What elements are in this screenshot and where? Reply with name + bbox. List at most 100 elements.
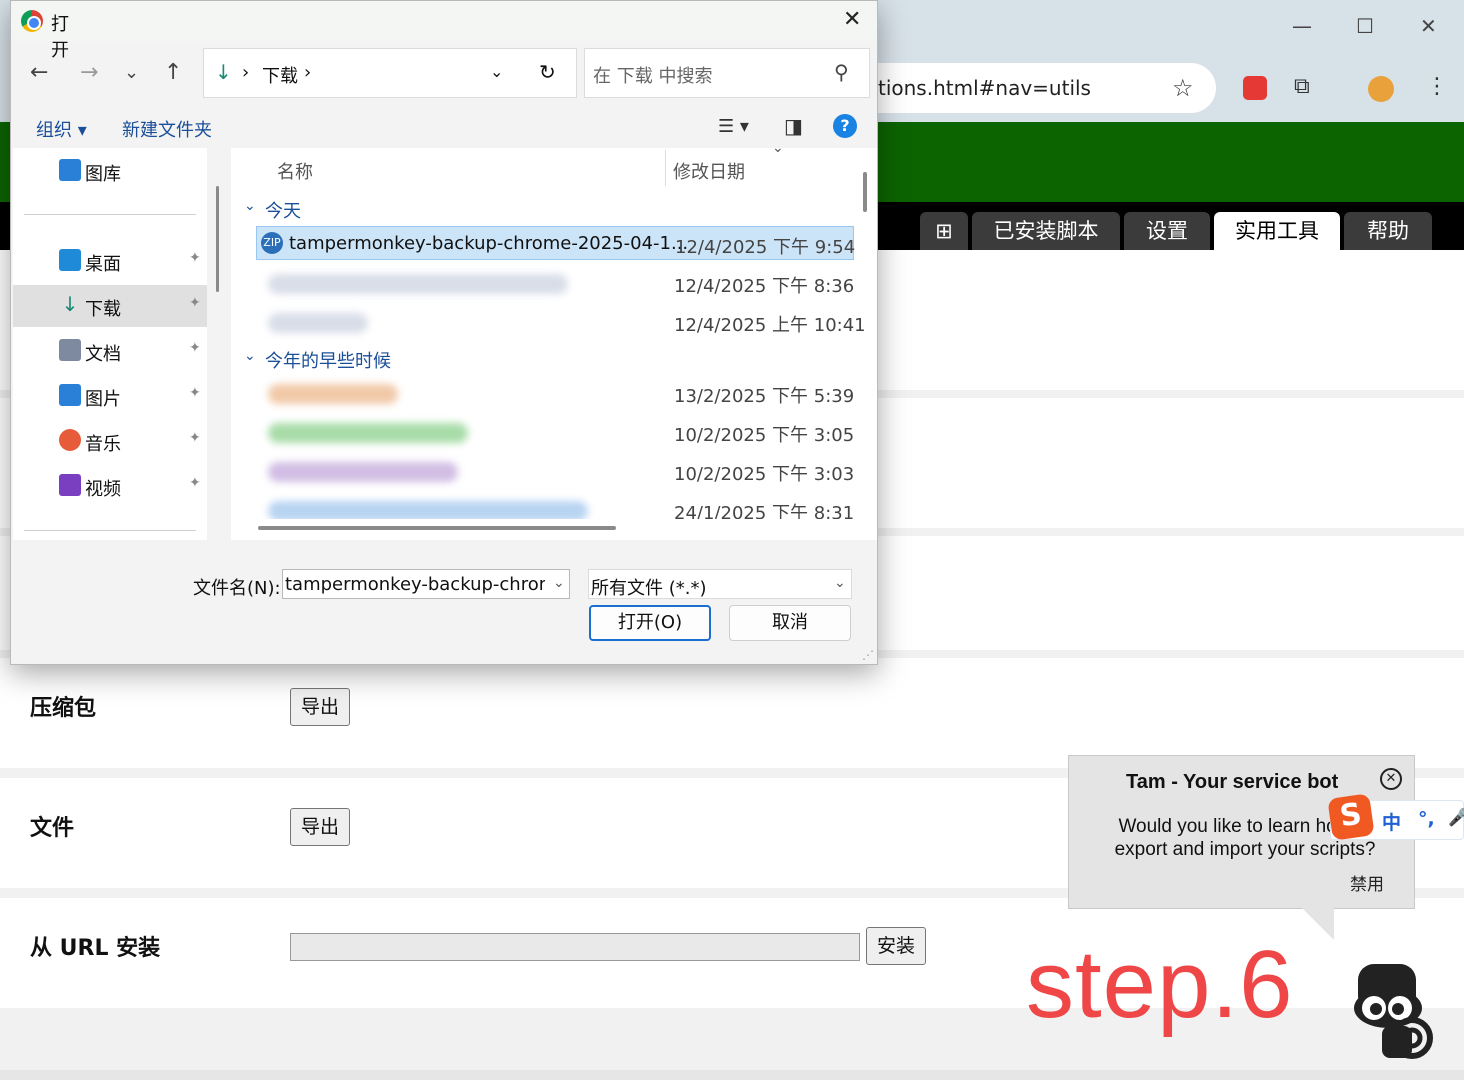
- column-header-modified[interactable]: 修改日期: [673, 158, 745, 184]
- nav-item-label: 下载: [85, 299, 121, 320]
- nav-pane-scrollbar[interactable]: [216, 186, 219, 292]
- breadcrumb-separator[interactable]: ›: [304, 62, 311, 83]
- gallery-icon: [59, 159, 81, 181]
- filename-dropdown-chevron-icon[interactable]: ⌄: [553, 575, 565, 591]
- ime-mode-toggle[interactable]: 中: [1382, 808, 1401, 835]
- file-row[interactable]: 24/1/2025 下午 8:31: [256, 493, 854, 519]
- file-export-button[interactable]: 导出: [290, 808, 350, 846]
- group-collapse-chevron-icon[interactable]: ⌄: [244, 198, 256, 214]
- url-install-input[interactable]: [290, 933, 860, 961]
- profile-avatar[interactable]: [1368, 76, 1394, 102]
- extensions-puzzle-icon[interactable]: ⧉: [1294, 74, 1310, 99]
- ime-punctuation-toggle[interactable]: °,: [1418, 808, 1435, 830]
- blurred-file-name: [268, 501, 588, 519]
- forward-arrow-icon[interactable]: →: [80, 60, 98, 85]
- search-icon[interactable]: ⚲: [834, 60, 849, 84]
- file-date: 12/4/2025 上午 10:41: [674, 315, 866, 336]
- file-row[interactable]: 10/2/2025 下午 3:03: [256, 454, 854, 488]
- file-row[interactable]: 12/4/2025 上午 10:41: [256, 305, 866, 339]
- nav-item-pictures[interactable]: 图片 ✦: [13, 375, 207, 417]
- url-install-button[interactable]: 安装: [866, 927, 926, 965]
- view-menu-icon[interactable]: ☰ ▾: [718, 116, 749, 137]
- zip-export-button[interactable]: 导出: [290, 688, 350, 726]
- nav-item-label: 音乐: [85, 434, 121, 455]
- tampermonkey-extension-icon[interactable]: [1243, 76, 1267, 100]
- dialog-search-input[interactable]: 在 下载 中搜索: [593, 62, 712, 88]
- bot-disable-link[interactable]: 禁用: [1350, 870, 1384, 895]
- file-list-vertical-scrollbar[interactable]: [863, 172, 867, 212]
- dialog-title: 打开: [51, 14, 69, 61]
- pin-icon[interactable]: ✦: [189, 430, 201, 446]
- window-maximize-button[interactable]: ☐: [1356, 14, 1374, 38]
- nav-item-gallery[interactable]: 图库: [13, 150, 207, 192]
- pin-icon[interactable]: ✦: [189, 475, 201, 491]
- pin-icon[interactable]: ✦: [189, 340, 201, 356]
- ime-logo-icon[interactable]: S: [1327, 793, 1375, 841]
- nav-item-music[interactable]: 音乐 ✦: [13, 420, 207, 462]
- resize-grip-icon[interactable]: ⋰: [862, 648, 874, 662]
- nav-item-documents[interactable]: 文档 ✦: [13, 330, 207, 372]
- recent-locations-chevron-icon[interactable]: ⌄: [124, 62, 139, 83]
- column-header-name[interactable]: 名称: [277, 158, 313, 184]
- bookmark-star-icon[interactable]: ☆: [1172, 74, 1194, 102]
- ime-mic-icon[interactable]: 🎤: [1448, 808, 1464, 828]
- cancel-button[interactable]: 取消: [729, 605, 851, 641]
- sort-chevron-icon: ⌄: [772, 140, 784, 156]
- pictures-icon: [59, 384, 81, 406]
- back-arrow-icon[interactable]: ←: [30, 60, 48, 85]
- download-folder-icon: ↓: [215, 60, 232, 84]
- dialog-titlebar: [11, 1, 877, 41]
- tab-utilities[interactable]: 实用工具: [1214, 212, 1340, 250]
- url-install-label: 从 URL 安装: [30, 936, 161, 961]
- pin-icon[interactable]: ✦: [189, 385, 201, 401]
- nav-item-label: 视频: [85, 479, 121, 500]
- browser-menu-icon[interactable]: ⋮: [1426, 74, 1448, 99]
- refresh-icon[interactable]: ↻: [539, 60, 556, 84]
- step-annotation: step.6: [1026, 931, 1294, 1038]
- nav-item-label: 图库: [85, 164, 121, 185]
- breadcrumb-separator[interactable]: ›: [242, 62, 249, 83]
- dialog-close-icon[interactable]: ✕: [843, 7, 861, 32]
- nav-item-label: 文档: [85, 344, 121, 365]
- pin-icon[interactable]: ✦: [189, 295, 201, 311]
- address-bar-url: tions.html#nav=utils: [878, 76, 1091, 100]
- file-row[interactable]: 13/2/2025 下午 5:39: [256, 376, 854, 410]
- open-button[interactable]: 打开(O): [589, 605, 711, 641]
- bot-close-icon[interactable]: ✕: [1380, 768, 1402, 790]
- blurred-file-name: [268, 462, 458, 482]
- service-bot-title: Tam - Your service bot: [1126, 771, 1339, 793]
- group-collapse-chevron-icon[interactable]: ⌄: [244, 348, 256, 364]
- nav-item-downloads[interactable]: ↓ 下载 ✦: [13, 285, 207, 327]
- up-arrow-icon[interactable]: ↑: [164, 60, 182, 85]
- tab-settings[interactable]: 设置: [1124, 212, 1210, 250]
- group-header-today[interactable]: 今天: [265, 197, 301, 223]
- tab-new-script[interactable]: ⊞: [920, 212, 968, 250]
- organize-menu[interactable]: 组织 ▾: [36, 116, 87, 142]
- nav-item-desktop[interactable]: 桌面 ✦: [13, 240, 207, 282]
- breadcrumb-downloads[interactable]: 下载: [262, 62, 298, 88]
- nav-item-videos[interactable]: 视频 ✦: [13, 465, 207, 507]
- pin-icon[interactable]: ✦: [189, 250, 201, 266]
- address-history-chevron-icon[interactable]: ⌄: [490, 62, 503, 81]
- filetype-dropdown-chevron-icon[interactable]: ⌄: [834, 575, 846, 591]
- dialog-address-bar[interactable]: [203, 48, 577, 98]
- file-label: 文件: [30, 816, 75, 841]
- file-list-horizontal-scrollbar[interactable]: [258, 526, 616, 530]
- group-header-earlier[interactable]: 今年的早些时候: [265, 347, 391, 373]
- file-row[interactable]: 12/4/2025 下午 8:36: [256, 266, 854, 300]
- file-row[interactable]: 10/2/2025 下午 3:05: [256, 415, 854, 449]
- tab-help[interactable]: 帮助: [1344, 212, 1432, 250]
- help-icon[interactable]: ?: [833, 114, 857, 138]
- window-close-button[interactable]: ✕: [1420, 14, 1437, 38]
- file-date: 10/2/2025 下午 3:03: [674, 464, 855, 485]
- new-folder-button[interactable]: 新建文件夹: [122, 116, 212, 142]
- window-minimize-button[interactable]: —: [1292, 14, 1312, 38]
- file-row-selected[interactable]: ZIP tampermonkey-backup-chrome-2025-04-1…: [256, 226, 855, 260]
- tab-installed-scripts[interactable]: 已安装脚本: [972, 212, 1120, 250]
- documents-icon: [59, 339, 81, 361]
- desktop-icon: [59, 249, 81, 271]
- preview-pane-icon[interactable]: ◨: [784, 114, 803, 138]
- bot-monkey-avatar[interactable]: [1350, 962, 1440, 1062]
- blurred-file-name: [268, 313, 368, 333]
- column-divider[interactable]: [665, 150, 666, 186]
